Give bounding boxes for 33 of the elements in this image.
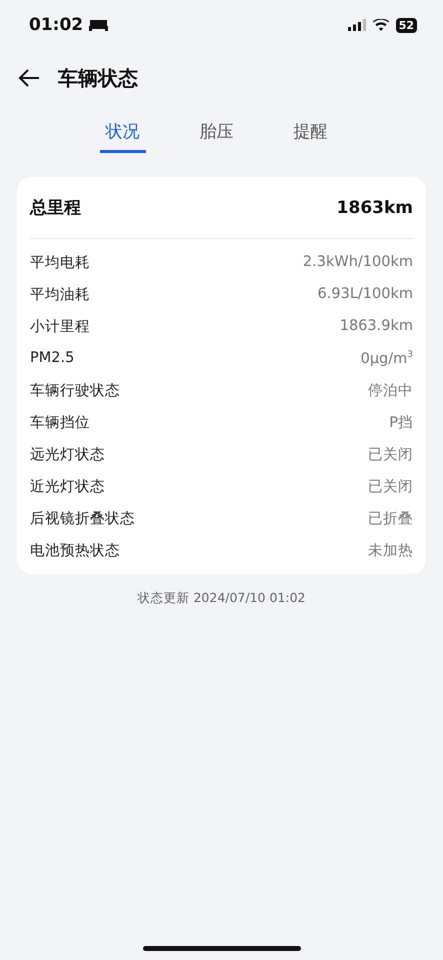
wifi-icon bbox=[372, 19, 389, 31]
row-label: 近光灯状态 bbox=[30, 478, 105, 496]
row-value: 1863.9km bbox=[340, 318, 413, 334]
signal-icon bbox=[348, 19, 366, 31]
row-value: 已关闭 bbox=[368, 478, 413, 496]
row-label: 车辆行驶状态 bbox=[30, 382, 120, 400]
row-label: 平均油耗 bbox=[30, 286, 90, 304]
row-value: 已关闭 bbox=[368, 446, 413, 464]
row-label: PM2.5 bbox=[30, 350, 74, 366]
page-title: 车辆状态 bbox=[58, 64, 138, 92]
back-button[interactable] bbox=[18, 69, 40, 87]
update-time: 状态更新 2024/07/10 01:02 bbox=[137, 590, 306, 607]
row-label: 车辆挡位 bbox=[30, 414, 90, 432]
summary-value: 1863km bbox=[336, 198, 413, 218]
row-label: 后视镜折叠状态 bbox=[30, 510, 135, 528]
row-label: 电池预热状态 bbox=[30, 542, 120, 560]
row-value: 2.3kWh/100km bbox=[302, 254, 413, 270]
row-value: P挡 bbox=[389, 414, 413, 432]
battery-level: 52 bbox=[396, 18, 417, 32]
row-label: 远光灯状态 bbox=[30, 446, 105, 464]
row-label: 平均电耗 bbox=[30, 254, 90, 272]
row-value: 未加热 bbox=[368, 542, 413, 560]
row-value: 已折叠 bbox=[368, 510, 413, 528]
row-value: 6.93L/100km bbox=[318, 286, 413, 302]
tab[interactable]: 提醒 bbox=[288, 116, 334, 153]
summary-label: 总里程 bbox=[30, 197, 81, 219]
status-time: 01:02 bbox=[29, 15, 84, 35]
tab[interactable]: 状况 bbox=[100, 116, 146, 153]
row-label: 小计里程 bbox=[30, 318, 90, 336]
row-value: 停泊中 bbox=[368, 382, 413, 400]
tab[interactable]: 胎压 bbox=[194, 116, 240, 153]
bed-icon bbox=[89, 20, 108, 30]
row-value: 0μg/m$^{3}$ bbox=[360, 350, 413, 366]
